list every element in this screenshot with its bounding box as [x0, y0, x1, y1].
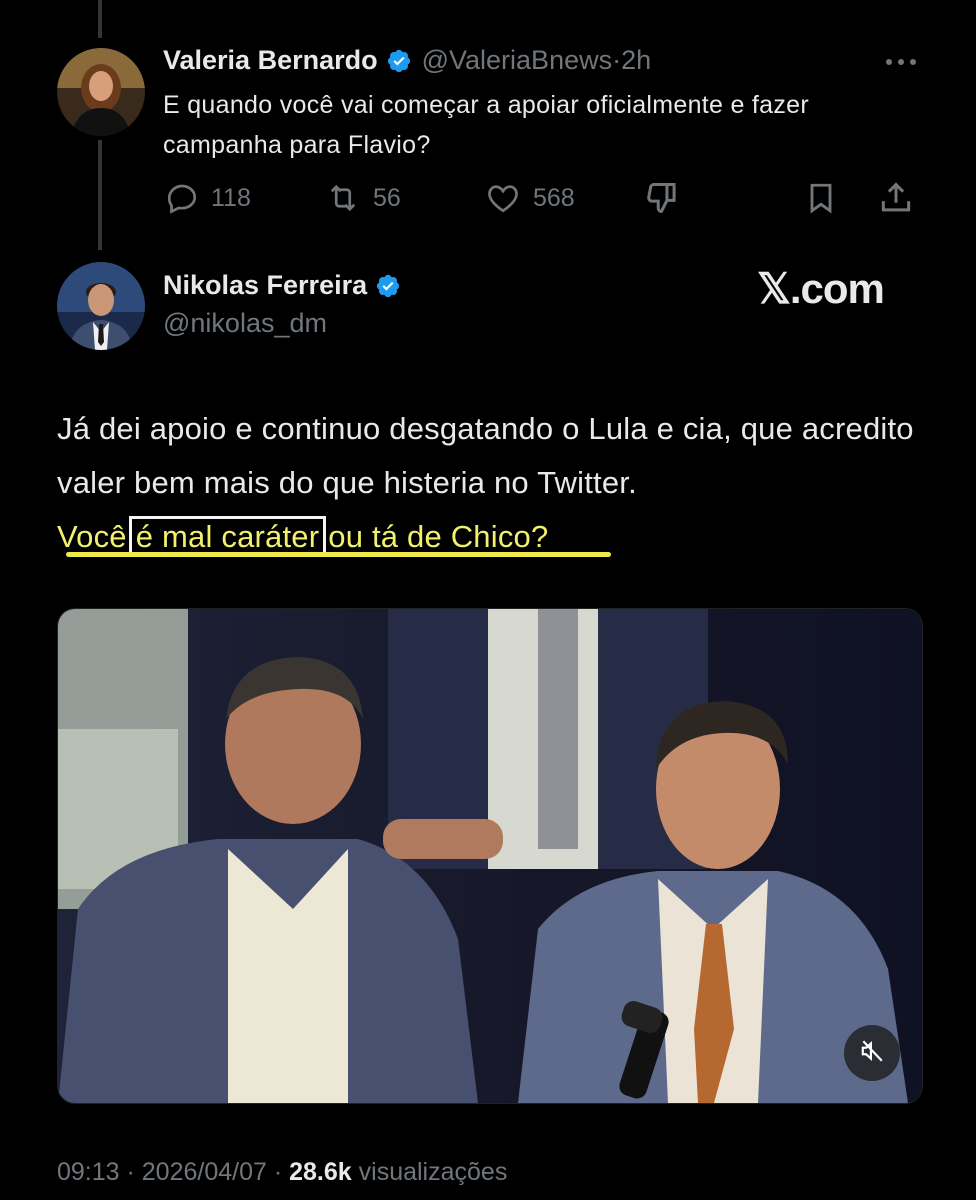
- highlight-text-end: ou tá de Chico?: [328, 519, 549, 554]
- post-date[interactable]: 2026/04/07: [142, 1158, 267, 1186]
- video-player[interactable]: [57, 608, 923, 1104]
- brand-domain: .com: [789, 264, 885, 312]
- repost-icon: [323, 180, 363, 216]
- main-tweet-text-body: Já dei apoio e continuo desgatando o Lul…: [57, 411, 914, 500]
- boxed-highlight-text: é mal caráter: [128, 516, 327, 557]
- dislike-icon: [643, 179, 683, 217]
- like-icon: [483, 180, 523, 216]
- repost-count: 56: [373, 183, 401, 212]
- reply-timestamp[interactable]: 2h: [621, 45, 651, 76]
- x-com-watermark: 𝕏 .com: [757, 264, 885, 313]
- tweet-meta: 09:13 · 2026/04/07 · 28.6k visualizações: [57, 1158, 507, 1187]
- reply-button[interactable]: 118: [163, 176, 251, 220]
- separator-dot: ·: [612, 45, 622, 75]
- reply-author-handle[interactable]: @ValeriaBnews: [422, 45, 613, 76]
- reply-tweet-text: E quando você vai começar a apoiar ofici…: [163, 91, 810, 159]
- main-author-row: Nikolas Ferreira: [163, 270, 401, 301]
- mute-icon: [859, 1038, 885, 1069]
- main-author-name[interactable]: Nikolas Ferreira: [163, 270, 367, 301]
- share-icon: [877, 179, 915, 217]
- avatar-valeria[interactable]: [57, 48, 145, 136]
- reply-count: 118: [211, 183, 251, 212]
- thread-connector: [98, 140, 102, 250]
- reply-author-row: Valeria Bernardo @ValeriaBnews · 2h: [163, 45, 651, 76]
- views-count: 28.6k: [289, 1158, 352, 1186]
- verified-badge-icon: [386, 48, 412, 74]
- thread-connector-top: [98, 0, 102, 38]
- more-icon[interactable]: [884, 55, 918, 74]
- like-count: 568: [533, 183, 575, 212]
- meta-separator-2: ·: [266, 1158, 290, 1186]
- share-button[interactable]: [877, 176, 915, 220]
- main-author-handle[interactable]: @nikolas_dm: [163, 308, 327, 339]
- highlight-underline: [66, 552, 611, 557]
- mute-button[interactable]: [844, 1025, 900, 1081]
- dislike-button[interactable]: [643, 176, 683, 220]
- views-label: visualizações: [358, 1158, 508, 1186]
- bookmark-button[interactable]: [803, 176, 839, 220]
- avatar-nikolas[interactable]: [57, 262, 145, 350]
- highlight-text-start: Você: [57, 519, 127, 554]
- main-tweet-text: Já dei apoio e continuo desgatando o Lul…: [57, 402, 937, 564]
- reply-author-name[interactable]: Valeria Bernardo: [163, 45, 378, 76]
- meta-separator: ·: [119, 1158, 142, 1186]
- video-frame: [58, 609, 922, 1103]
- repost-button[interactable]: 56: [323, 176, 401, 220]
- reply-action-bar: 118 56 568: [163, 176, 923, 220]
- post-time[interactable]: 09:13: [57, 1158, 120, 1186]
- reply-icon: [163, 180, 201, 216]
- main-handle-row: @nikolas_dm: [163, 308, 327, 339]
- verified-badge-icon: [375, 273, 401, 299]
- x-logo-icon: 𝕏: [757, 265, 791, 312]
- bookmark-icon: [803, 179, 839, 217]
- like-button[interactable]: 568: [483, 176, 575, 220]
